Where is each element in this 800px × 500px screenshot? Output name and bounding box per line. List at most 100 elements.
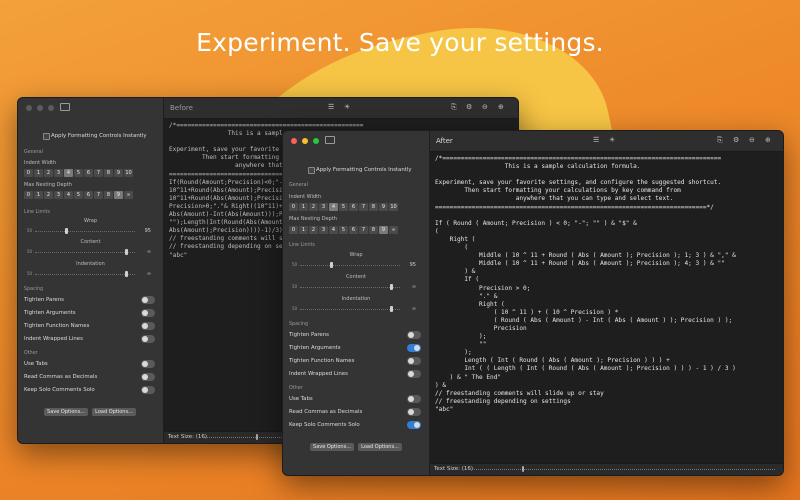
minimize-button[interactable] (37, 105, 43, 111)
segment-option[interactable]: 4 (64, 191, 73, 199)
segment-option[interactable]: 10 (389, 203, 398, 211)
apply-instantly-checkbox[interactable] (43, 133, 50, 140)
segment-option[interactable]: 8 (104, 191, 113, 199)
segment-option[interactable]: 0 (289, 203, 298, 211)
align-icon[interactable]: ☰ (593, 136, 599, 144)
tighten-function-names-toggle[interactable] (407, 357, 421, 365)
segment-option[interactable]: 7 (359, 203, 368, 211)
code-text[interactable]: /*======================================… (430, 152, 783, 417)
segment-option[interactable]: 5 (74, 169, 83, 177)
segment-option[interactable]: 0 (24, 169, 33, 177)
slider-knob[interactable] (125, 271, 128, 277)
slider-knob[interactable] (390, 306, 393, 312)
indentation-slider[interactable]: 50 ∞ (27, 271, 151, 277)
segment-option[interactable]: 0 (289, 226, 298, 234)
slider-knob[interactable] (65, 228, 68, 234)
segment-option[interactable]: 4 (64, 169, 73, 177)
segment-option[interactable]: 5 (74, 191, 83, 199)
segment-option[interactable]: 7 (94, 191, 103, 199)
segment-option[interactable]: ∞ (124, 191, 133, 199)
segment-option[interactable]: 1 (34, 191, 43, 199)
zoom-in-icon[interactable]: ⊕ (498, 103, 504, 111)
segment-option[interactable]: ∞ (389, 226, 398, 234)
zoom-in-icon[interactable]: ⊕ (765, 136, 771, 144)
content-slider[interactable]: 50 ∞ (292, 284, 416, 290)
segment-option[interactable]: 10 (124, 169, 133, 177)
zoom-button[interactable] (48, 105, 54, 111)
segment-option[interactable]: 9 (114, 191, 123, 199)
segment-option[interactable]: 6 (349, 203, 358, 211)
segment-option[interactable]: 3 (54, 191, 63, 199)
segment-option[interactable]: 2 (309, 226, 318, 234)
segment-option[interactable]: 5 (339, 203, 348, 211)
sidebar-toggle-icon[interactable] (325, 136, 335, 144)
tighten-arguments-toggle[interactable] (141, 309, 155, 317)
slider-knob[interactable] (330, 262, 333, 268)
segment-option[interactable]: 3 (319, 203, 328, 211)
indentation-slider[interactable]: 50 ∞ (292, 306, 416, 312)
segment-option[interactable]: 1 (299, 226, 308, 234)
zoom-button[interactable] (313, 138, 319, 144)
tighten-parens-toggle[interactable] (141, 296, 155, 304)
content-slider[interactable]: 50 ∞ (27, 249, 151, 255)
segment-option[interactable]: 8 (104, 169, 113, 177)
segment-option[interactable]: 6 (349, 226, 358, 234)
use-tabs-toggle[interactable] (407, 395, 421, 403)
tighten-arguments-toggle[interactable] (407, 344, 421, 352)
indent-wrapped-lines-toggle[interactable] (407, 370, 421, 378)
save-options-button[interactable]: Save Options... (44, 408, 88, 416)
segment-option[interactable]: 9 (379, 226, 388, 234)
text-size-knob[interactable] (256, 434, 258, 440)
gear-icon[interactable]: ⚙ (466, 103, 472, 111)
segment-option[interactable]: 3 (319, 226, 328, 234)
segment-option[interactable]: 7 (94, 169, 103, 177)
segment-option[interactable]: 1 (34, 169, 43, 177)
segment-option[interactable]: 0 (24, 191, 33, 199)
save-options-button[interactable]: Save Options... (310, 443, 354, 451)
tighten-function-names-toggle[interactable] (141, 322, 155, 330)
minimize-button[interactable] (302, 138, 308, 144)
segment-option[interactable]: 3 (54, 169, 63, 177)
slider-knob[interactable] (390, 284, 393, 290)
segment-option[interactable]: 6 (84, 169, 93, 177)
apply-instantly-checkbox[interactable] (308, 167, 315, 174)
segment-option[interactable]: 4 (329, 203, 338, 211)
tighten-parens-toggle[interactable] (407, 331, 421, 339)
segment-option[interactable]: 2 (309, 203, 318, 211)
segment-option[interactable]: 8 (369, 203, 378, 211)
segment-option[interactable]: 9 (379, 203, 388, 211)
segment-option[interactable]: 2 (44, 169, 53, 177)
use-tabs-toggle[interactable] (141, 360, 155, 368)
paste-icon[interactable]: ⎘ (451, 103, 457, 112)
keep-solo-toggle[interactable] (407, 421, 421, 429)
sidebar-toggle-icon[interactable] (60, 103, 70, 111)
lightbulb-icon[interactable]: ☀ (344, 103, 350, 111)
segment-option[interactable]: 5 (339, 226, 348, 234)
paste-icon[interactable]: ⎘ (717, 136, 723, 145)
wrap-slider[interactable]: 50 95 (27, 228, 151, 234)
close-button[interactable] (291, 138, 297, 144)
segment-option[interactable]: 4 (329, 226, 338, 234)
close-button[interactable] (26, 105, 32, 111)
segment-option[interactable]: 8 (369, 226, 378, 234)
align-icon[interactable]: ☰ (328, 103, 334, 111)
text-size-track[interactable] (470, 469, 775, 471)
segment-option[interactable]: 9 (114, 169, 123, 177)
read-commas-toggle[interactable] (407, 408, 421, 416)
segment-option[interactable]: 7 (359, 226, 368, 234)
zoom-out-icon[interactable]: ⊖ (482, 103, 488, 111)
lightbulb-icon[interactable]: ☀ (609, 136, 615, 144)
wrap-slider[interactable]: 50 95 (292, 262, 416, 268)
keep-solo-toggle[interactable] (141, 386, 155, 394)
segment-option[interactable]: 6 (84, 191, 93, 199)
load-options-button[interactable]: Load Options... (92, 408, 136, 416)
read-commas-toggle[interactable] (141, 373, 155, 381)
text-size-knob[interactable] (522, 466, 524, 472)
segment-option[interactable]: 1 (299, 203, 308, 211)
zoom-out-icon[interactable]: ⊖ (749, 136, 755, 144)
gear-icon[interactable]: ⚙ (733, 136, 739, 144)
load-options-button[interactable]: Load Options... (358, 443, 402, 451)
indent-wrapped-lines-toggle[interactable] (141, 335, 155, 343)
slider-knob[interactable] (125, 249, 128, 255)
segment-option[interactable]: 2 (44, 191, 53, 199)
